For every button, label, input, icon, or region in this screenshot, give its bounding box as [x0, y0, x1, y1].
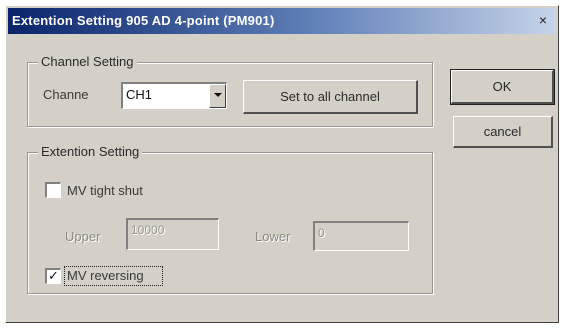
extension-setting-dialog: Extention Setting 905 AD 4-point (PM901)… — [5, 5, 559, 323]
upper-label: Upper — [65, 229, 101, 244]
channel-select-value: CH1 — [126, 87, 153, 102]
mv-reversing-label[interactable]: MV reversing — [67, 268, 144, 283]
channel-select[interactable]: CH1 — [121, 82, 227, 109]
window-title: Extention Setting 905 AD 4-point (PM901) — [12, 13, 275, 28]
channel-setting-group-label: Channel Setting — [38, 54, 137, 69]
close-icon[interactable]: × — [536, 12, 550, 28]
lower-input[interactable]: 0 — [313, 221, 409, 251]
channel-label: Channe — [43, 87, 89, 102]
ok-button[interactable]: OK — [450, 69, 555, 105]
lower-label: Lower — [255, 229, 291, 244]
mv-tight-shut-checkbox[interactable] — [45, 182, 61, 198]
upper-input[interactable]: 10000 — [126, 218, 219, 250]
channel-setting-group: Channel Setting Channe CH1 Set to all ch… — [27, 54, 433, 127]
mv-tight-shut-label[interactable]: MV tight shut — [67, 183, 143, 198]
checkmark-icon: ✓ — [48, 268, 59, 283]
extension-setting-group: Extention Setting MV tight shut Upper 10… — [27, 144, 433, 294]
chevron-down-icon[interactable] — [209, 84, 226, 108]
mv-reversing-checkbox[interactable]: ✓ — [45, 268, 61, 284]
set-to-all-channel-button[interactable]: Set to all channel — [243, 80, 418, 114]
cancel-button[interactable]: cancel — [453, 116, 553, 148]
title-bar[interactable]: Extention Setting 905 AD 4-point (PM901)… — [8, 8, 556, 34]
extension-setting-group-label: Extention Setting — [38, 144, 143, 159]
